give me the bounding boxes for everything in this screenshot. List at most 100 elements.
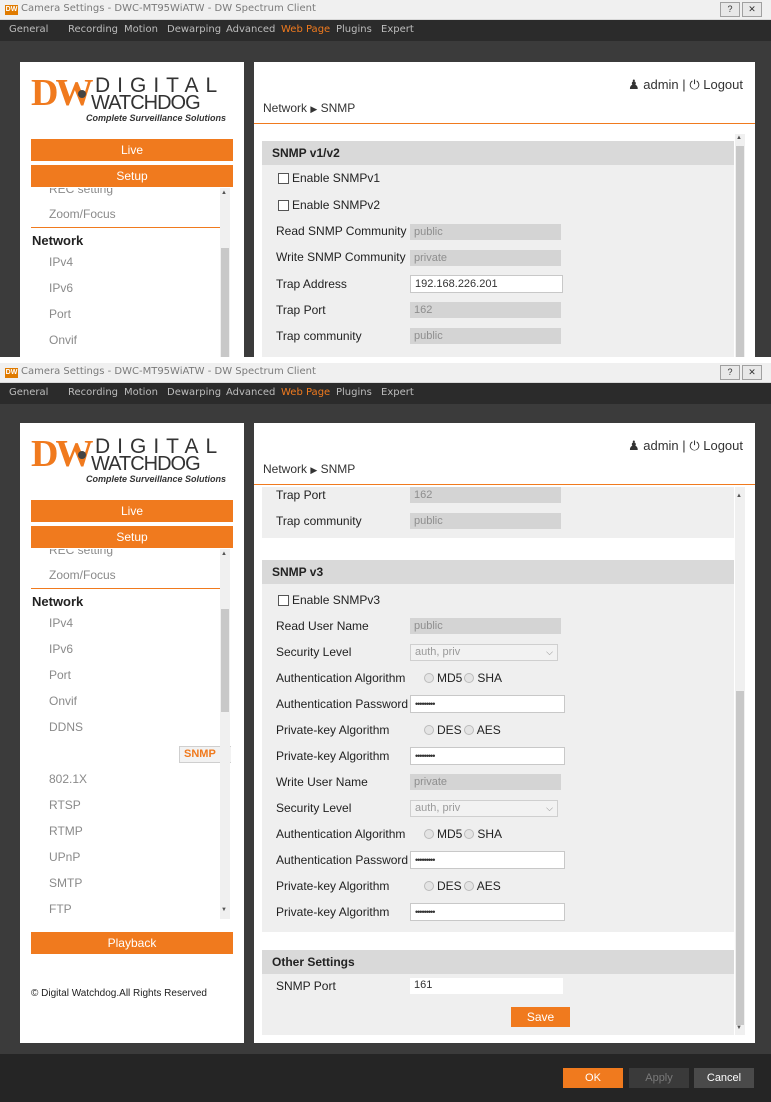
nav-item-ddns[interactable]: DDNS [49, 720, 83, 734]
tab-expert[interactable]: Expert [381, 24, 414, 35]
power-icon: ⏻ [689, 77, 700, 92]
tab-plugins[interactable]: Plugins [336, 24, 372, 35]
trap-port-field[interactable]: 162 [410, 487, 561, 503]
security-level-select-2[interactable]: auth, priv ⌵ [410, 800, 558, 817]
section-snmp-v1-v2: SNMP v1/v2 [262, 141, 734, 165]
nav-item-onvif[interactable]: Onvif [49, 333, 77, 347]
tab-web-page[interactable]: Web Page [281, 24, 330, 35]
trap-community-field[interactable]: public [410, 328, 561, 344]
nav-item-onvif[interactable]: Onvif [49, 694, 77, 708]
nav-scrollbar[interactable]: ▲ [220, 188, 230, 357]
save-button[interactable]: Save [511, 1007, 570, 1027]
trap-address-field[interactable]: 192.168.226.201 [410, 275, 563, 293]
playback-button[interactable]: Playback [31, 932, 233, 954]
auth-password-field-2[interactable]: ••••••••• [410, 851, 565, 869]
enable-snmpv1-checkbox[interactable]: Enable SNMPv1 [276, 171, 380, 185]
nav-scrollbar[interactable]: ▲ ▼ [220, 549, 230, 919]
tab-dewarping[interactable]: Dewarping [167, 387, 221, 398]
auth-algorithm-radios[interactable]: MD5 SHA [424, 671, 502, 685]
help-button[interactable]: ? [720, 2, 740, 17]
settings-tabs: General Recording Motion Dewarping Advan… [0, 20, 771, 41]
settings-tabs: General Recording Motion Dewarping Advan… [0, 383, 771, 404]
title-bar: DW Camera Settings - DWC-MT95WiATW - DW … [0, 0, 771, 20]
live-button[interactable]: Live [31, 139, 233, 161]
nav-item-rtmp[interactable]: RTMP [49, 824, 83, 838]
nav-item-ipv6[interactable]: IPv6 [49, 281, 73, 295]
tab-general[interactable]: General [9, 387, 48, 398]
trap-address-label: Trap Address [276, 277, 347, 291]
private-key-password-label-2: Private-key Algorithm [276, 905, 390, 919]
tab-dewarping[interactable]: Dewarping [167, 24, 221, 35]
nav-item-smtp[interactable]: SMTP [49, 876, 82, 890]
nav-item-rec-setting[interactable]: REC setting [49, 188, 113, 196]
trap-community-label: Trap community [276, 329, 362, 343]
breadcrumb-arrow-icon: ▶ [310, 465, 318, 475]
read-user-name-field[interactable]: public [410, 618, 561, 634]
nav-item-port[interactable]: Port [49, 307, 71, 321]
trap-port-field[interactable]: 162 [410, 302, 561, 318]
write-user-name-field[interactable]: private [410, 774, 561, 790]
nav-item-zoom-focus[interactable]: Zoom/Focus [49, 207, 116, 221]
close-button[interactable]: ✕ [742, 365, 762, 380]
apply-button[interactable]: Apply [629, 1068, 689, 1088]
private-key-password-field[interactable]: ••••••••• [410, 747, 565, 765]
logout-link[interactable]: ⏻ Logout [689, 438, 743, 453]
nav-item-ipv4[interactable]: IPv4 [49, 255, 73, 269]
nav-item-ipv6[interactable]: IPv6 [49, 642, 73, 656]
trap-community-label: Trap community [276, 514, 362, 528]
cancel-button[interactable]: Cancel [694, 1068, 754, 1088]
help-button[interactable]: ? [720, 365, 740, 380]
live-button[interactable]: Live [31, 500, 233, 522]
nav-item-8021x[interactable]: 802.1X [49, 772, 87, 786]
close-button[interactable]: ✕ [742, 2, 762, 17]
nav-item-ftp[interactable]: FTP [49, 902, 72, 916]
write-user-name-label: Write User Name [276, 775, 368, 789]
nav-item-upnp[interactable]: UPnP [49, 850, 80, 864]
read-community-label: Read SNMP Community [276, 224, 407, 238]
tab-motion[interactable]: Motion [124, 24, 158, 35]
setup-button[interactable]: Setup [31, 165, 233, 187]
ok-button[interactable]: OK [563, 1068, 623, 1088]
auth-password-field[interactable]: ••••••••• [410, 695, 565, 713]
read-community-field[interactable]: public [410, 224, 561, 240]
nav-item-rtsp[interactable]: RTSP [49, 798, 81, 812]
tab-recording[interactable]: Recording [68, 387, 118, 398]
tab-plugins[interactable]: Plugins [336, 387, 372, 398]
auth-algorithm-radios-2[interactable]: MD5 SHA [424, 827, 502, 841]
content-scrollbar[interactable]: ▲ ▼ [735, 487, 745, 1035]
nav-item-ipv4[interactable]: IPv4 [49, 616, 73, 630]
tab-recording[interactable]: Recording [68, 24, 118, 35]
nav-item-zoom-focus[interactable]: Zoom/Focus [49, 568, 116, 582]
setup-button[interactable]: Setup [31, 526, 233, 548]
auth-algorithm-label: Authentication Algorithm [276, 671, 406, 685]
private-key-password-field-2[interactable]: ••••••••• [410, 903, 565, 921]
tab-advanced[interactable]: Advanced [226, 24, 275, 35]
private-key-algorithm-radios[interactable]: DES AES [424, 723, 501, 737]
private-key-algorithm-radios-2[interactable]: DES AES [424, 879, 501, 893]
security-level-select[interactable]: auth, priv ⌵ [410, 644, 558, 661]
snmp-port-field[interactable]: 161 [410, 978, 563, 994]
auth-password-label-2: Authentication Password [276, 853, 409, 867]
enable-snmpv3-checkbox[interactable]: Enable SNMPv3 [276, 593, 380, 607]
write-community-field[interactable]: private [410, 250, 561, 266]
read-user-name-label: Read User Name [276, 619, 369, 633]
breadcrumb-arrow-icon: ▶ [310, 104, 318, 114]
tab-motion[interactable]: Motion [124, 387, 158, 398]
window-title: Camera Settings - DWC-MT95WiATW - DW Spe… [21, 3, 316, 14]
tab-advanced[interactable]: Advanced [226, 387, 275, 398]
username: admin [643, 77, 679, 92]
nav-heading-network: Network [32, 233, 84, 248]
security-level-label: Security Level [276, 645, 352, 659]
tab-web-page[interactable]: Web Page [281, 387, 330, 398]
tab-expert[interactable]: Expert [381, 387, 414, 398]
enable-snmpv2-checkbox[interactable]: Enable SNMPv2 [276, 198, 380, 212]
nav-item-rec-setting[interactable]: REC setting [49, 549, 113, 557]
content-scrollbar[interactable]: ▲ [735, 134, 745, 357]
snmp-content-scroll: Trap Port 162 Trap community public SNMP… [262, 487, 734, 1035]
trap-port-label: Trap Port [276, 303, 326, 317]
trap-community-field[interactable]: public [410, 513, 561, 529]
tab-general[interactable]: General [9, 24, 48, 35]
logout-link[interactable]: ⏻ Logout [689, 77, 743, 92]
nav-item-port[interactable]: Port [49, 668, 71, 682]
camera-settings-window-top: DW Camera Settings - DWC-MT95WiATW - DW … [0, 0, 771, 357]
